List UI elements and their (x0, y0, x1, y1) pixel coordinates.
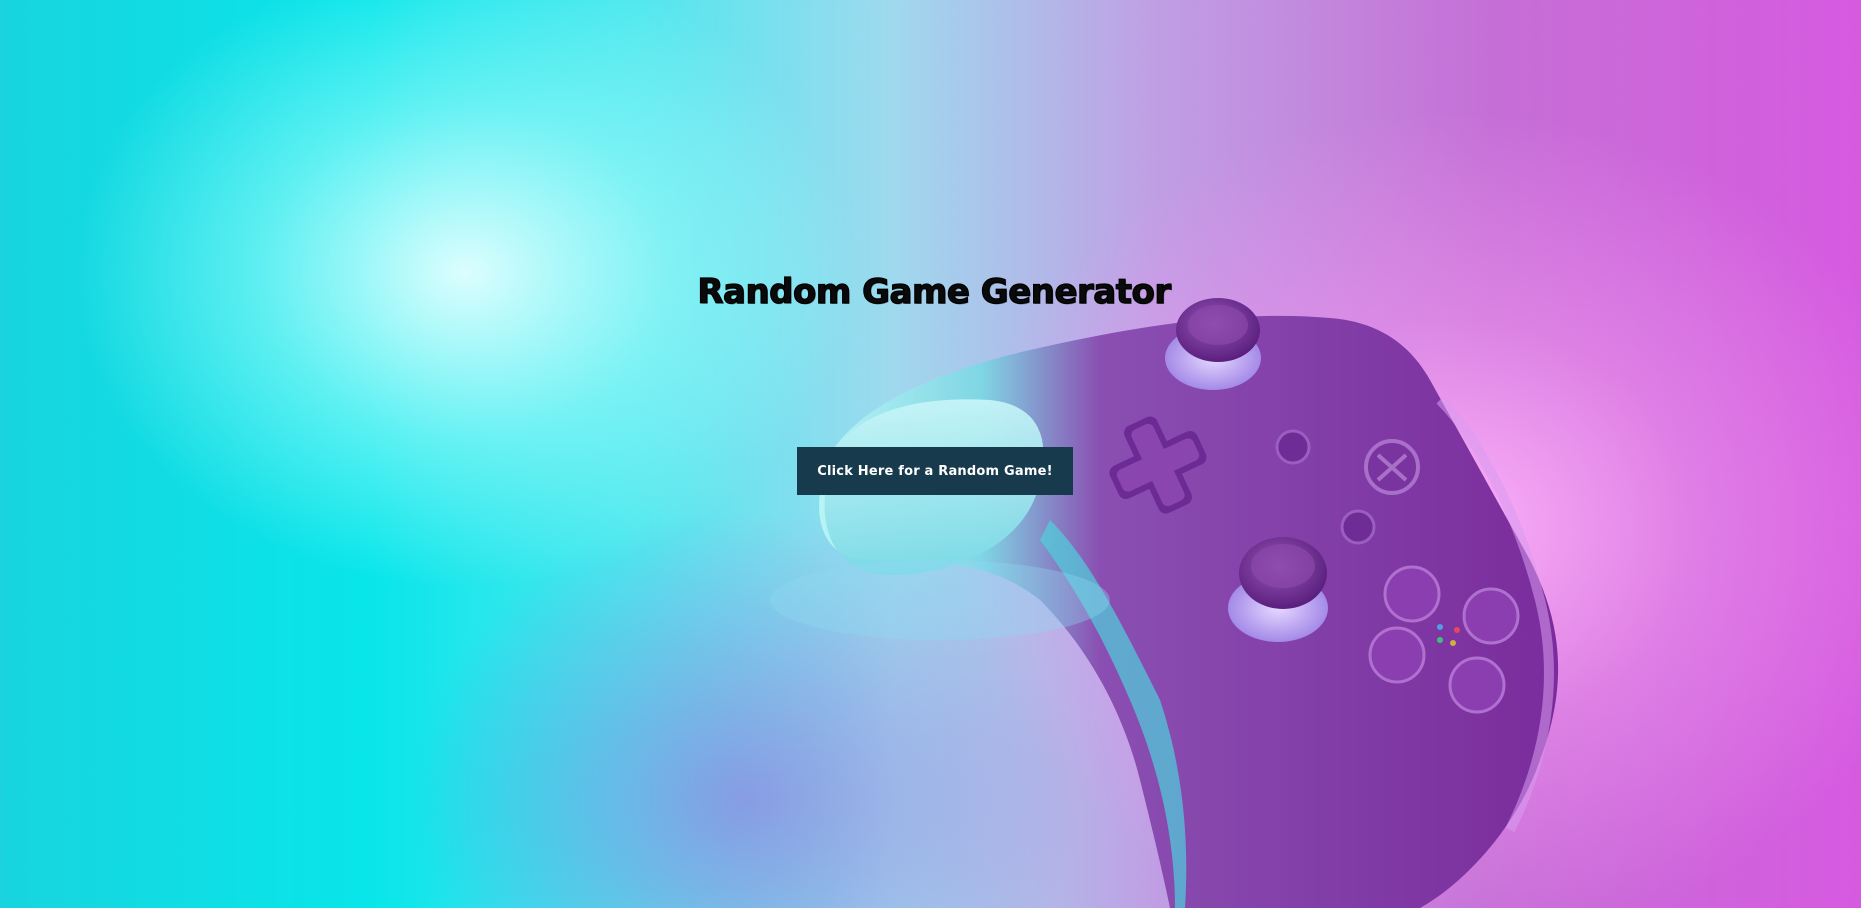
guide-button-shape (1364, 439, 1420, 495)
random-game-button[interactable]: Click Here for a Random Game! (797, 447, 1073, 495)
right-thumbstick-shape (1239, 537, 1327, 609)
view-button-shape (1275, 429, 1311, 465)
controller-rim-shape (1436, 396, 1554, 833)
controller-lower-edge-shape (1040, 520, 1187, 908)
menu-button-shape (1340, 509, 1376, 545)
page-title: Random Game Generator (697, 271, 1172, 312)
dpad-shape (1109, 416, 1207, 514)
face-buttons-shape (1368, 565, 1520, 714)
controller-body-shape (819, 315, 1559, 908)
